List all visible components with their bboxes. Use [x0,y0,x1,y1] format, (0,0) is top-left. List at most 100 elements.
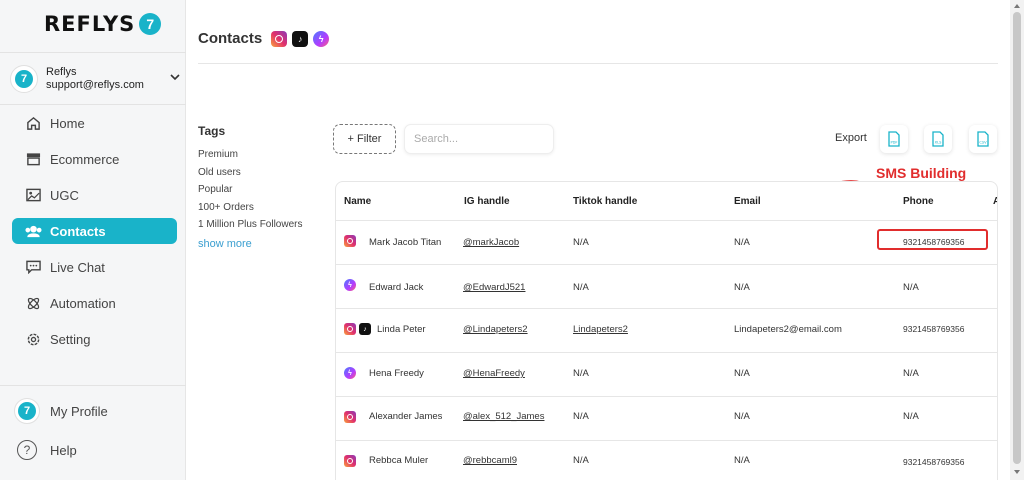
ig-handle-link[interactable]: @Lindapeters2 [463,324,528,335]
table-row[interactable]: Alexander James @alex_512_James N/A N/A … [336,397,997,441]
csv-file-icon: CSV [977,131,989,147]
messenger-icon: ϟ [344,367,356,379]
svg-text:PDF: PDF [890,141,897,145]
email: N/A [734,368,750,379]
column-header-phone[interactable]: Phone [903,196,934,207]
phone: 9321458769356 [903,324,965,334]
search-input[interactable] [404,124,554,154]
sidebar-item-ecommerce[interactable]: Ecommerce [12,146,177,172]
scroll-down-icon[interactable] [1014,470,1020,474]
show-more-link[interactable]: show more [198,238,328,250]
sidebar-item-contacts[interactable]: Contacts [12,218,177,244]
brand-logo-text: REFLYS [44,12,136,36]
phone-highlight-box [877,229,988,250]
sidebar-divider [0,52,186,53]
store-icon [24,150,42,168]
scrollbar-thumb[interactable] [1013,12,1021,464]
svg-text:CSV: CSV [979,141,987,145]
chevron-down-icon[interactable] [170,70,180,84]
ig-handle-link[interactable]: @HenaFreedy [463,368,525,379]
instagram-icon [344,455,356,467]
table-row[interactable]: ϟ Hena Freedy @HenaFreedy N/A N/A N/A [336,353,997,397]
home-icon [24,114,42,132]
email: N/A [734,411,750,422]
email: N/A [734,455,750,466]
filter-button[interactable]: + Filter [333,124,396,154]
instagram-icon [271,30,288,47]
sidebar-item-live-chat[interactable]: Live Chat [12,254,177,280]
atom-icon [24,294,42,312]
column-header-tiktok[interactable]: Tiktok handle [573,196,637,207]
export-xls-button[interactable]: XLS [924,125,952,153]
users-icon [24,222,42,240]
tiktok-handle: N/A [573,411,589,422]
ig-handle-link[interactable]: @rebbcaml9 [463,455,517,466]
ig-handle-link[interactable]: @EdwardJ521 [463,282,525,293]
tiktok-handle: N/A [573,455,589,466]
brand-mark-icon: 7 [139,13,162,35]
instagram-icon [344,323,356,335]
sidebar-item-label: UGC [50,187,79,203]
sidebar-item-label: Live Chat [50,259,105,275]
tiktok-handle: N/A [573,282,589,293]
tag-item[interactable]: Popular [198,181,328,199]
sidebar: REFLYS 7 7 Reflys support@reflys.com Hom… [0,0,186,480]
messenger-icon: ϟ [344,279,356,291]
tag-item[interactable]: Old users [198,164,328,182]
ig-handle-link[interactable]: @markJacob [463,237,519,248]
email: N/A [734,282,750,293]
sidebar-item-label: Automation [50,295,116,311]
tiktok-icon: ♪ [359,323,371,335]
export-pdf-button[interactable]: PDF [880,125,908,153]
phone: N/A [903,368,919,379]
instagram-icon [344,411,356,423]
table-row[interactable]: ϟ Edward Jack @EdwardJ521 N/A N/A N/A [336,265,997,309]
sidebar-nav: Home Ecommerce UGC Contacts Live Chat Au… [12,110,177,362]
sidebar-item-setting[interactable]: Setting [12,326,177,352]
tiktok-handle: N/A [573,368,589,379]
brand-logo[interactable]: REFLYS 7 [44,12,162,36]
contact-name: Mark Jacob Titan [369,237,442,248]
sidebar-item-label: Contacts [50,223,106,239]
tiktok-handle-link[interactable]: Lindapeters2 [573,324,628,335]
my-profile-label: My Profile [50,403,108,419]
sidebar-item-ugc[interactable]: UGC [12,182,177,208]
table-header: Name IG handle Tiktok handle Email Phone… [336,182,997,221]
tiktok-icon: ♪ [292,30,309,47]
annotation-label: SMS Building [876,165,967,181]
contact-name: Alexander James [369,411,443,422]
column-header-name[interactable]: Name [344,196,371,207]
phone: N/A [903,411,919,422]
help-label: Help [50,442,77,458]
contact-name: Hena Freedy [369,368,424,379]
column-header-ig[interactable]: IG handle [464,196,510,207]
email: N/A [734,237,750,248]
pdf-file-icon: PDF [888,131,900,147]
export-csv-button[interactable]: CSV [969,125,997,153]
help-link[interactable]: ? Help [12,435,177,465]
my-profile-link[interactable]: 7 My Profile [12,396,177,426]
tag-item[interactable]: Premium [198,146,328,164]
table-row[interactable]: ♪ Linda Peter @Lindapeters2 Lindapeters2… [336,309,997,353]
sidebar-item-home[interactable]: Home [12,110,177,136]
account-switcher[interactable]: 7 Reflys support@reflys.com [10,62,186,96]
sidebar-item-label: Home [50,115,85,131]
contacts-table: Name IG handle Tiktok handle Email Phone… [335,181,998,480]
svg-text:XLS: XLS [935,141,942,145]
contact-name: Edward Jack [369,282,424,293]
phone: N/A [903,282,919,293]
instagram-icon [344,235,356,247]
header-divider [198,63,998,64]
help-icon: ? [14,437,40,463]
table-row[interactable]: Rebbca Muler @rebbcaml9 N/A N/A 93214587… [336,441,997,480]
column-header-extra[interactable]: A [993,196,997,207]
vertical-scrollbar[interactable] [1010,0,1024,480]
tag-item[interactable]: 100+ Orders [198,199,328,217]
column-header-email[interactable]: Email [734,196,761,207]
ig-handle-link[interactable]: @alex_512_James [463,411,544,422]
scroll-up-icon[interactable] [1014,4,1020,8]
avatar: 7 [10,65,38,93]
sidebar-item-automation[interactable]: Automation [12,290,177,316]
sidebar-item-label: Ecommerce [50,151,120,167]
tag-item[interactable]: 1 Million Plus Followers [198,216,328,234]
